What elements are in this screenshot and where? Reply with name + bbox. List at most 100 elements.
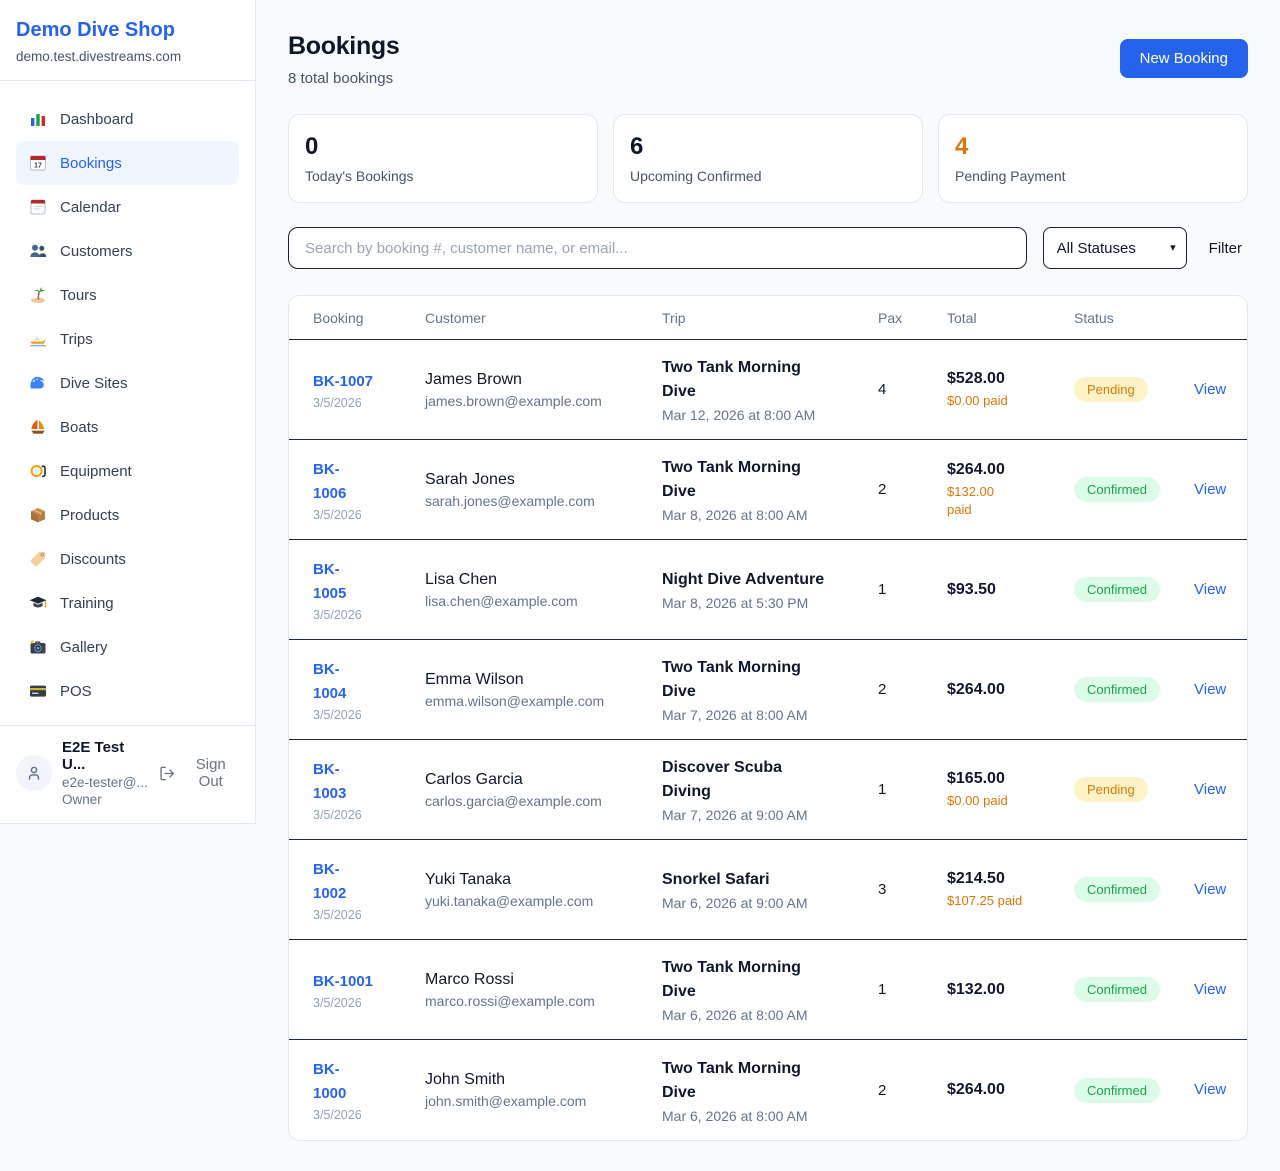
total-amount: $93.50 <box>947 581 1074 599</box>
status-badge: Confirmed <box>1074 977 1160 1002</box>
filter-button[interactable]: Filter <box>1203 240 1248 257</box>
booking-date: 3/5/2026 <box>313 996 425 1010</box>
stat-label: Upcoming Confirmed <box>630 168 906 184</box>
booking-id-link[interactable]: BK- 1004 <box>313 658 346 706</box>
booking-id-link[interactable]: BK- 1006 <box>313 458 346 506</box>
sidebar-item-bookings[interactable]: Bookings <box>16 141 239 185</box>
stat-card-today-s-bookings: 0 Today's Bookings <box>288 114 598 203</box>
log-out-icon <box>159 765 175 782</box>
customer-email: carlos.garcia@example.com <box>425 793 662 809</box>
sidebar-item-equipment[interactable]: Equipment <box>16 449 239 493</box>
status-filter-select[interactable]: All Statuses <box>1043 227 1187 269</box>
pos-icon <box>28 681 48 701</box>
view-link[interactable]: View <box>1194 581 1226 598</box>
table-row: BK- 1003 3/5/2026 Carlos Garcia carlos.g… <box>289 740 1247 840</box>
trip-name: Snorkel Safari <box>662 868 878 892</box>
status-badge: Confirmed <box>1074 677 1160 702</box>
pax-count: 3 <box>878 881 947 898</box>
booking-id-link[interactable]: BK- 1003 <box>313 758 346 806</box>
booking-id-link[interactable]: BK-1001 <box>313 970 373 994</box>
customer-name: John Smith <box>425 1071 662 1089</box>
sidebar-item-label: Gallery <box>60 639 108 656</box>
sidebar-item-label: POS <box>60 683 92 700</box>
customer-email: yuki.tanaka@example.com <box>425 893 662 909</box>
view-link[interactable]: View <box>1194 481 1226 498</box>
paid-amount: $0.00 paid <box>947 792 1074 810</box>
pax-count: 2 <box>878 1082 947 1099</box>
sidebar-item-products[interactable]: Products <box>16 493 239 537</box>
view-link[interactable]: View <box>1194 381 1226 398</box>
sidebar-item-boats[interactable]: Boats <box>16 405 239 449</box>
sidebar-item-dive-sites[interactable]: Dive Sites <box>16 361 239 405</box>
booking-id-link[interactable]: BK- 1002 <box>313 858 346 906</box>
brand-title[interactable]: Demo Dive Shop <box>16 19 239 42</box>
table-row: BK- 1006 3/5/2026 Sarah Jones sarah.jone… <box>289 440 1247 540</box>
pax-count: 4 <box>878 381 947 398</box>
pax-count: 1 <box>878 581 947 598</box>
total-amount: $264.00 <box>947 1081 1074 1099</box>
avatar <box>16 755 52 791</box>
customer-name: Sarah Jones <box>425 471 662 489</box>
sidebar-item-dashboard[interactable]: Dashboard <box>16 97 239 141</box>
bookings-icon <box>28 153 48 173</box>
customer-email: emma.wilson@example.com <box>425 693 662 709</box>
booking-date: 3/5/2026 <box>313 608 425 622</box>
page-subtitle: 8 total bookings <box>288 70 400 87</box>
table-body: BK-1007 3/5/2026 James Brown james.brown… <box>289 340 1247 1140</box>
trip-datetime: Mar 6, 2026 at 8:00 AM <box>662 1007 878 1023</box>
stat-value: 4 <box>955 133 1231 161</box>
pax-count: 1 <box>878 981 947 998</box>
view-link[interactable]: View <box>1194 1081 1226 1098</box>
brand-domain: demo.test.divestreams.com <box>16 49 239 64</box>
sidebar: Demo Dive Shop demo.test.divestreams.com… <box>0 0 256 824</box>
booking-date: 3/5/2026 <box>313 808 425 822</box>
trip-name: Two Tank Morning Dive <box>662 956 878 1004</box>
table-row: BK- 1005 3/5/2026 Lisa Chen lisa.chen@ex… <box>289 540 1247 640</box>
trip-datetime: Mar 7, 2026 at 8:00 AM <box>662 707 878 723</box>
boats-icon <box>28 417 48 437</box>
sign-out-button[interactable]: Sign Out <box>159 756 239 790</box>
sidebar-item-discounts[interactable]: Discounts <box>16 537 239 581</box>
stat-card-pending-payment: 4 Pending Payment <box>938 114 1248 203</box>
sidebar-item-calendar[interactable]: Calendar <box>16 185 239 229</box>
app-root: Demo Dive Shop demo.test.divestreams.com… <box>0 0 1280 1171</box>
view-link[interactable]: View <box>1194 681 1226 698</box>
sidebar-item-label: Calendar <box>60 199 121 216</box>
sidebar-user-footer: E2E Test U... e2e-tester@... Owner Sign … <box>0 725 255 823</box>
filter-controls: All Statuses ▾ Filter <box>288 227 1248 269</box>
sidebar-item-label: Customers <box>60 243 133 260</box>
status-badge: Confirmed <box>1074 577 1160 602</box>
sidebar-item-label: Products <box>60 507 119 524</box>
dashboard-icon <box>28 109 48 129</box>
brand-block: Demo Dive Shop demo.test.divestreams.com <box>0 0 255 81</box>
table-row: BK- 1002 3/5/2026 Yuki Tanaka yuki.tanak… <box>289 840 1247 940</box>
booking-id-link[interactable]: BK-1007 <box>313 370 373 394</box>
page-header: Bookings 8 total bookings New Booking <box>288 32 1248 87</box>
table-header-row: BookingCustomerTripPaxTotalStatus <box>289 296 1247 340</box>
calendar-icon <box>28 197 48 217</box>
view-link[interactable]: View <box>1194 981 1226 998</box>
total-amount: $264.00 <box>947 681 1074 699</box>
sidebar-item-trips[interactable]: Trips <box>16 317 239 361</box>
table-row: BK- 1004 3/5/2026 Emma Wilson emma.wilso… <box>289 640 1247 740</box>
sidebar-item-tours[interactable]: Tours <box>16 273 239 317</box>
sidebar-item-gallery[interactable]: Gallery <box>16 625 239 669</box>
sidebar-item-training[interactable]: Training <box>16 581 239 625</box>
trip-name: Two Tank Morning Dive <box>662 456 878 504</box>
trip-datetime: Mar 8, 2026 at 8:00 AM <box>662 507 878 523</box>
status-badge: Confirmed <box>1074 1078 1160 1103</box>
booking-id-link[interactable]: BK- 1000 <box>313 1058 346 1106</box>
booking-id-link[interactable]: BK- 1005 <box>313 558 346 606</box>
customer-email: marco.rossi@example.com <box>425 993 662 1009</box>
view-link[interactable]: View <box>1194 781 1226 798</box>
search-input[interactable] <box>288 227 1027 269</box>
sidebar-item-pos[interactable]: POS <box>16 669 239 713</box>
paid-amount: $107.25 paid <box>947 892 1074 910</box>
sidebar-item-customers[interactable]: Customers <box>16 229 239 273</box>
new-booking-button[interactable]: New Booking <box>1120 39 1248 78</box>
products-icon <box>28 505 48 525</box>
view-link[interactable]: View <box>1194 881 1226 898</box>
column-header-booking: Booking <box>313 310 425 326</box>
paid-amount: $0.00 paid <box>947 392 1074 410</box>
trip-datetime: Mar 6, 2026 at 9:00 AM <box>662 895 878 911</box>
